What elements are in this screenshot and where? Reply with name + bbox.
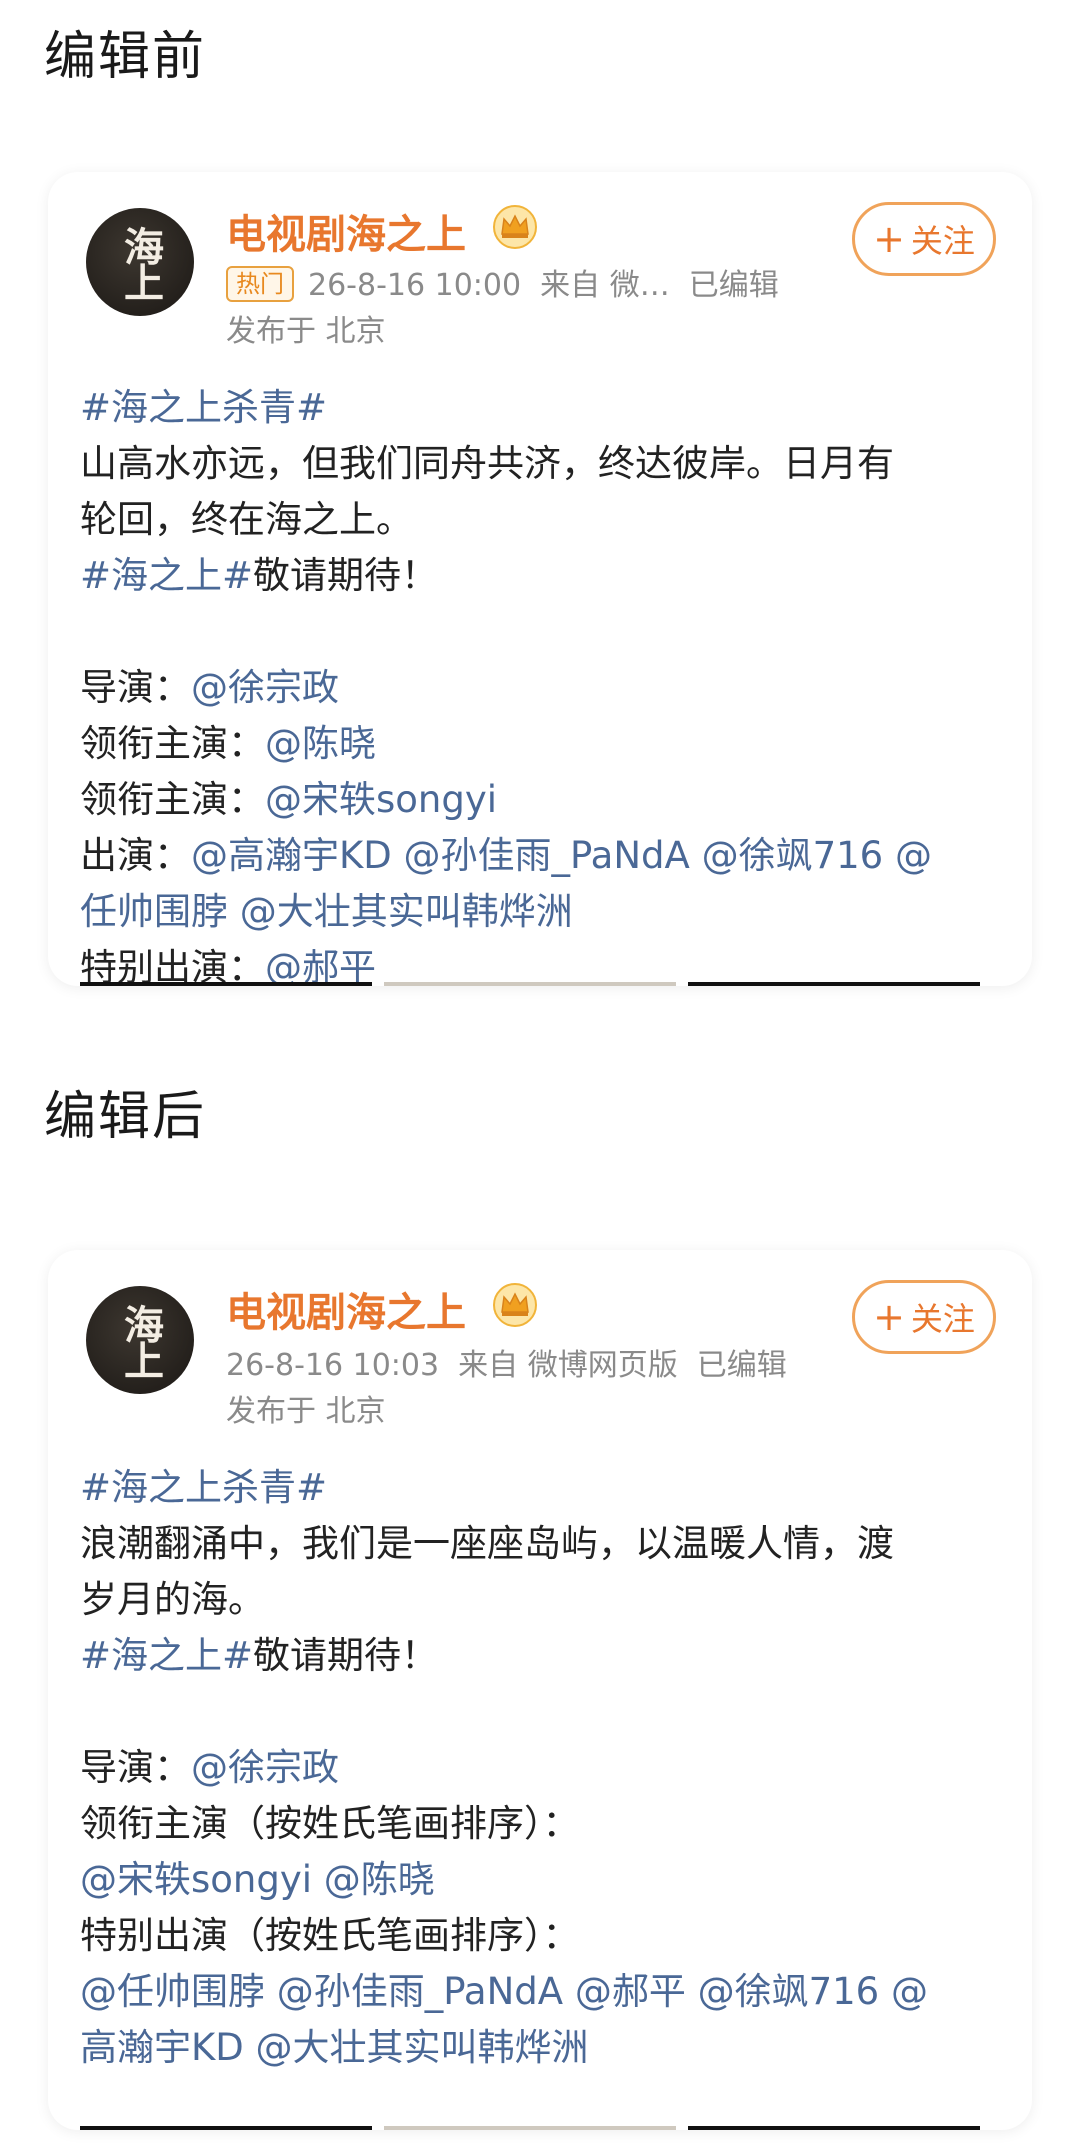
image-strip-edge[interactable] (688, 2126, 980, 2130)
hashtag-link[interactable]: #海之上# (80, 554, 253, 597)
hashtag-link[interactable]: #海之上# (80, 1634, 253, 1677)
post-meta: 热门 26-8-16 10:00 来自 微… 已编辑 (226, 260, 779, 304)
image-strip-edge[interactable] (80, 2126, 372, 2130)
hot-badge: 热门 (226, 266, 294, 302)
mention-link[interactable]: @任帅围脖 @孙佳雨_PaNdA @郝平 @徐飒716 @ (80, 1970, 928, 2013)
body-line: 浪潮翻涌中，我们是一座座岛屿，以温暖人情，渡 (80, 1522, 894, 1565)
hashtag-link[interactable]: #海之上杀青# (80, 1466, 327, 1509)
avatar[interactable]: 海上 (86, 208, 194, 316)
vip-crown-icon (493, 1283, 537, 1327)
hashtag-link[interactable]: #海之上杀青# (80, 386, 327, 429)
image-strip-edge[interactable] (80, 982, 372, 986)
body-text: 敬请期待！ (253, 554, 439, 597)
post-source[interactable]: 来自 微博网页版 (458, 1348, 678, 1383)
avatar[interactable]: 海上 (86, 1286, 194, 1394)
weibo-post-card-after: 海上 电视剧海之上 + 关注 26-8-16 10:03 来自 微博网页版 已编… (48, 1250, 1032, 2130)
section-title-after: 编辑后 (44, 1087, 207, 1147)
director-label: 导演： (80, 666, 191, 709)
mention-link[interactable]: @宋轶songyi @陈晓 (80, 1858, 435, 1901)
mention-link[interactable]: @宋轶songyi (265, 778, 497, 821)
image-strip-edge[interactable] (384, 982, 676, 986)
mention-link[interactable]: @陈晓 (265, 722, 376, 765)
special-label: 特别出演： (80, 946, 265, 986)
post-source[interactable]: 来自 微… (540, 268, 670, 303)
vip-crown-icon (493, 205, 537, 249)
lead-label: 领衔主演（按姓氏笔画排序）： (80, 1802, 580, 1845)
image-strip-edge[interactable] (384, 2126, 676, 2130)
plus-icon: + (873, 217, 905, 261)
mention-link[interactable]: @高瀚宇KD @孙佳雨_PaNdA @徐飒716 @ (191, 834, 932, 877)
cast-label: 出演： (80, 834, 191, 877)
avatar-logo-text: 海上 (117, 226, 164, 298)
section-title-before: 编辑前 (44, 27, 207, 87)
post-location: 发布于 北京 (226, 314, 386, 349)
follow-button[interactable]: + 关注 (852, 202, 996, 276)
body-line: 山高水亦远，但我们同舟共济，终达彼岸。日月有 (80, 442, 894, 485)
special-label: 特别出演（按姓氏笔画排序）： (80, 1914, 580, 1957)
post-body: #海之上杀青# 浪潮翻涌中，我们是一座座岛屿，以温暖人情，渡 岁月的海。 #海之… (80, 1460, 1000, 2076)
body-line: 轮回，终在海之上。 (80, 498, 413, 541)
post-body: #海之上杀青# 山高水亦远，但我们同舟共济，终达彼岸。日月有 轮回，终在海之上。… (80, 380, 1000, 986)
body-text: 敬请期待！ (253, 1634, 439, 1677)
lead-label: 领衔主演： (80, 778, 265, 821)
edited-label[interactable]: 已编辑 (689, 268, 779, 303)
follow-button[interactable]: + 关注 (852, 1280, 996, 1354)
director-label: 导演： (80, 1746, 191, 1789)
lead-label: 领衔主演： (80, 722, 265, 765)
weibo-post-card-before: 海上 电视剧海之上 + 关注 热门 26-8-16 10:00 来自 微… 已编辑… (48, 172, 1032, 986)
mention-link[interactable]: 高瀚宇KD @大壮其实叫韩烨洲 (80, 2026, 589, 2069)
avatar-logo-text: 海上 (117, 1304, 164, 1376)
account-name[interactable]: 电视剧海之上 (226, 202, 466, 260)
follow-label: 关注 (910, 1300, 975, 1338)
image-strip-edge[interactable] (688, 982, 980, 986)
body-line: 岁月的海。 (80, 1578, 265, 1621)
post-timestamp: 26-8-16 10:03 (226, 1348, 440, 1383)
mention-link[interactable]: @徐宗政 (191, 1746, 339, 1789)
post-timestamp: 26-8-16 10:00 (308, 268, 522, 303)
mention-link[interactable]: @郝平 (265, 946, 376, 986)
mention-link[interactable]: 任帅围脖 @大壮其实叫韩烨洲 (80, 890, 573, 933)
mention-link[interactable]: @徐宗政 (191, 666, 339, 709)
post-location: 发布于 北京 (226, 1394, 386, 1429)
account-name[interactable]: 电视剧海之上 (226, 1280, 466, 1338)
follow-label: 关注 (910, 222, 975, 260)
edited-label[interactable]: 已编辑 (697, 1348, 787, 1383)
plus-icon: + (873, 1295, 905, 1339)
post-meta: 26-8-16 10:03 来自 微博网页版 已编辑 (226, 1340, 787, 1384)
